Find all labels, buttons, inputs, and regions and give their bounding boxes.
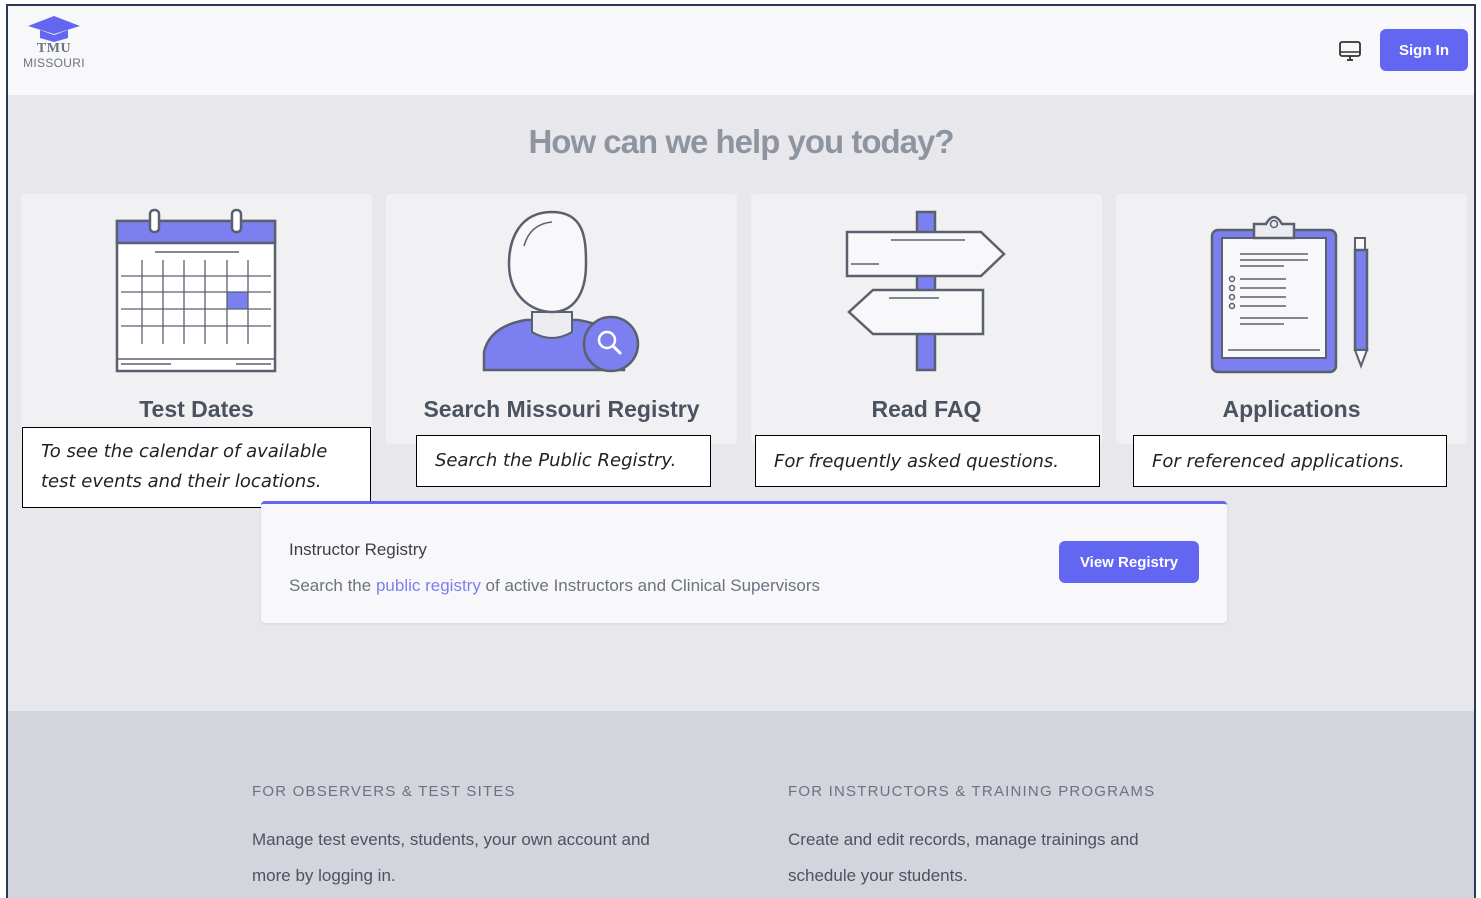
signpost-icon — [845, 210, 1006, 372]
instructor-registry-panel: Instructor Registry Search the public re… — [261, 501, 1227, 623]
footer-observers-line2: more by logging in. — [252, 866, 396, 885]
footer-instructors-text: Create and edit records, manage training… — [788, 822, 1288, 894]
registry-desc-after: of active Instructors and Clinical Super… — [480, 576, 821, 595]
registry-description: Search the public registry of active Ins… — [289, 576, 820, 596]
card-title: Search Missouri Registry — [423, 396, 700, 422]
card-title: Applications — [1222, 396, 1361, 422]
footer-instructors-heading: FOR INSTRUCTORS & TRAINING PROGRAMS — [788, 783, 1156, 800]
monitor-icon[interactable] — [1338, 39, 1362, 63]
card-title: Read FAQ — [871, 396, 982, 422]
card-search-registry[interactable]: Search Missouri Registry — [386, 194, 737, 444]
page-headline: How can we help you today? — [528, 123, 954, 160]
registry-desc-before: Search the — [289, 576, 376, 595]
card-read-faq[interactable]: Read FAQ — [751, 194, 1102, 444]
logo-state-text: MISSOURI — [23, 56, 85, 70]
card-applications[interactable]: Applications — [1116, 194, 1467, 444]
calendar-icon — [115, 208, 277, 373]
logo-tmu-text: TMU — [36, 41, 72, 56]
person-search-icon — [482, 210, 640, 373]
note-test-dates: To see the calendar of available test ev… — [22, 427, 371, 508]
page-frame: TMU MISSOURI Sign In How can we help you… — [6, 4, 1476, 898]
footer-observers-line1: Manage test events, students, your own a… — [252, 830, 650, 849]
card-title: Test Dates — [139, 396, 254, 422]
sign-in-button[interactable]: Sign In — [1380, 29, 1468, 71]
note-read-faq: For frequently asked questions. — [755, 435, 1100, 487]
footer-observers-text: Manage test events, students, your own a… — [252, 822, 752, 894]
note-applications: For referenced applications. — [1133, 435, 1447, 487]
footer-observers-column: FOR OBSERVERS & TEST SITES Manage test e… — [252, 783, 752, 894]
registry-title: Instructor Registry — [289, 540, 427, 559]
footer-instructors-line1: Create and edit records, manage training… — [788, 830, 1139, 849]
footer-instructors-line2: schedule your students. — [788, 866, 968, 885]
header: TMU MISSOURI Sign In — [8, 6, 1474, 95]
note-search-registry: Search the Public Registry. — [416, 435, 711, 487]
public-registry-link[interactable]: public registry — [376, 576, 481, 595]
logo[interactable]: TMU MISSOURI — [18, 14, 90, 70]
graduation-cap-icon — [28, 16, 80, 42]
footer-observers-heading: FOR OBSERVERS & TEST SITES — [252, 783, 516, 800]
footer-instructors-column: FOR INSTRUCTORS & TRAINING PROGRAMS Crea… — [788, 783, 1288, 894]
clipboard-icon — [1210, 215, 1369, 374]
footer: FOR OBSERVERS & TEST SITES Manage test e… — [8, 711, 1474, 898]
view-registry-button[interactable]: View Registry — [1059, 541, 1199, 583]
card-test-dates[interactable]: Test Dates — [21, 194, 372, 444]
